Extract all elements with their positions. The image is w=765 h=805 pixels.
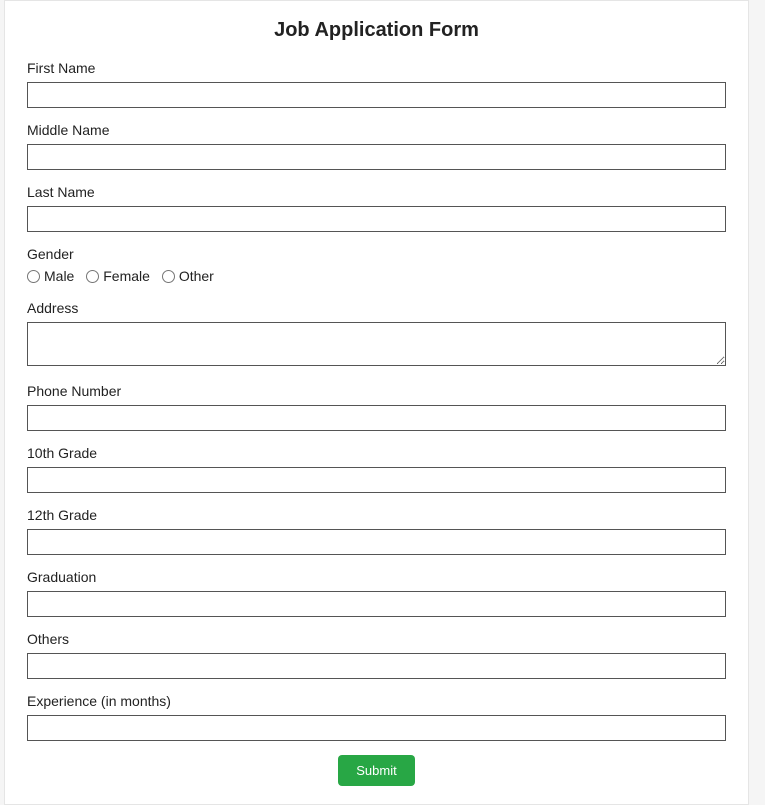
label-experience: Experience (in months) bbox=[27, 693, 726, 709]
radio-male[interactable] bbox=[27, 270, 40, 283]
label-middle-name: Middle Name bbox=[27, 122, 726, 138]
label-others: Others bbox=[27, 631, 726, 647]
form-card: Job Application Form First Name Middle N… bbox=[4, 0, 749, 805]
radio-item-female[interactable]: Female bbox=[86, 268, 150, 284]
label-grade12: 12th Grade bbox=[27, 507, 726, 523]
field-first-name: First Name bbox=[27, 60, 726, 108]
experience-input[interactable] bbox=[27, 715, 726, 741]
label-first-name: First Name bbox=[27, 60, 726, 76]
radio-label-female: Female bbox=[103, 268, 150, 284]
label-graduation: Graduation bbox=[27, 569, 726, 585]
radio-label-other: Other bbox=[179, 268, 214, 284]
label-phone: Phone Number bbox=[27, 383, 726, 399]
phone-input[interactable] bbox=[27, 405, 726, 431]
last-name-input[interactable] bbox=[27, 206, 726, 232]
radio-other[interactable] bbox=[162, 270, 175, 283]
field-middle-name: Middle Name bbox=[27, 122, 726, 170]
radio-label-male: Male bbox=[44, 268, 74, 284]
field-gender: Gender Male Female Other bbox=[27, 246, 726, 286]
address-input[interactable] bbox=[27, 322, 726, 366]
radio-item-male[interactable]: Male bbox=[27, 268, 74, 284]
others-input[interactable] bbox=[27, 653, 726, 679]
middle-name-input[interactable] bbox=[27, 144, 726, 170]
label-last-name: Last Name bbox=[27, 184, 726, 200]
label-address: Address bbox=[27, 300, 726, 316]
label-grade10: 10th Grade bbox=[27, 445, 726, 461]
field-experience: Experience (in months) bbox=[27, 693, 726, 741]
gender-radio-group: Male Female Other bbox=[27, 268, 726, 286]
field-phone: Phone Number bbox=[27, 383, 726, 431]
submit-button[interactable]: Submit bbox=[338, 755, 414, 786]
field-last-name: Last Name bbox=[27, 184, 726, 232]
label-gender: Gender bbox=[27, 246, 726, 262]
radio-item-other[interactable]: Other bbox=[162, 268, 214, 284]
grade12-input[interactable] bbox=[27, 529, 726, 555]
graduation-input[interactable] bbox=[27, 591, 726, 617]
first-name-input[interactable] bbox=[27, 82, 726, 108]
field-others: Others bbox=[27, 631, 726, 679]
field-grade10: 10th Grade bbox=[27, 445, 726, 493]
field-grade12: 12th Grade bbox=[27, 507, 726, 555]
submit-row: Submit bbox=[27, 755, 726, 786]
field-graduation: Graduation bbox=[27, 569, 726, 617]
form-title: Job Application Form bbox=[27, 19, 726, 42]
grade10-input[interactable] bbox=[27, 467, 726, 493]
field-address: Address bbox=[27, 300, 726, 369]
radio-female[interactable] bbox=[86, 270, 99, 283]
